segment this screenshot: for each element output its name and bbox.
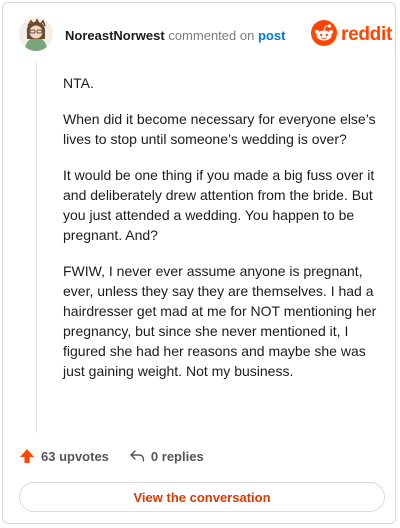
comment-paragraph: When did it become necessary for everyon… bbox=[63, 111, 376, 147]
reddit-brand[interactable]: reddit bbox=[311, 19, 392, 51]
avatar[interactable] bbox=[19, 17, 53, 51]
reddit-logo-icon bbox=[311, 19, 337, 51]
replies-button[interactable]: 0 replies bbox=[129, 448, 204, 464]
upvotes-count: 63 upvotes bbox=[41, 448, 109, 464]
view-conversation-button[interactable]: View the conversation bbox=[19, 482, 385, 512]
comment-paragraph: FWIW, I never ever assume anyone is preg… bbox=[63, 263, 377, 379]
reply-arrow-icon bbox=[129, 448, 145, 464]
comment-paragraph: It would be one thing if you made a big … bbox=[63, 167, 375, 243]
replies-count: 0 replies bbox=[150, 448, 204, 464]
comment-header: NoreastNorwest commented on post bbox=[65, 28, 285, 43]
thread-line bbox=[36, 61, 37, 433]
comment-paragraph: NTA. bbox=[63, 75, 94, 91]
comment-footer: 63 upvotes 0 replies bbox=[19, 448, 204, 464]
upvotes-button[interactable]: 63 upvotes bbox=[19, 448, 109, 464]
comment-body: NTA. When did it become necessary for ev… bbox=[63, 73, 383, 397]
action-text: commented on bbox=[168, 28, 255, 43]
reddit-wordmark: reddit bbox=[341, 24, 392, 45]
upvote-arrow-icon bbox=[19, 448, 35, 464]
post-link[interactable]: post bbox=[258, 28, 285, 43]
comment-card: NoreastNorwest commented on post reddit … bbox=[2, 2, 396, 524]
username-link[interactable]: NoreastNorwest bbox=[65, 28, 165, 43]
